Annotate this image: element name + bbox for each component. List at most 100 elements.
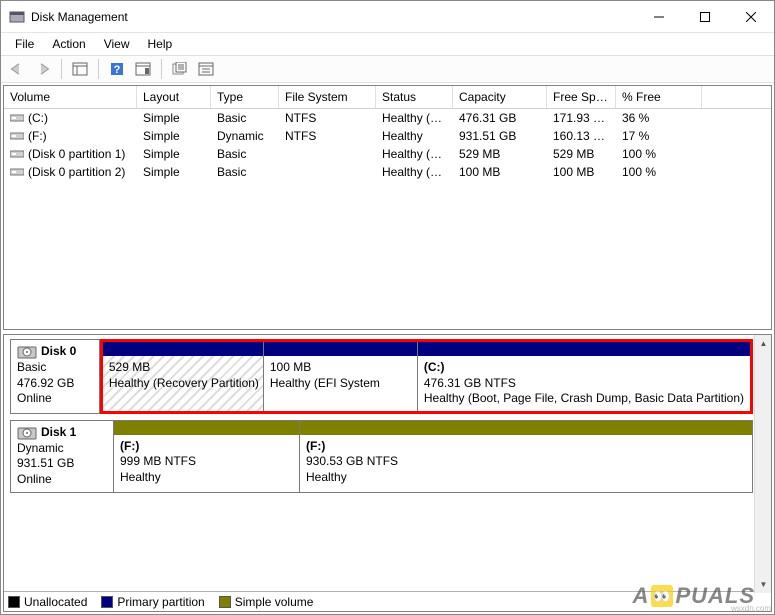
- partition-status: Healthy: [306, 470, 347, 484]
- volume-row[interactable]: (C:)SimpleBasicNTFSHealthy (B...476.31 G…: [4, 109, 771, 127]
- volume-type-cell: Basic: [211, 146, 279, 162]
- close-icon: [746, 12, 756, 22]
- legend-label: Simple volume: [235, 595, 314, 609]
- maximize-icon: [700, 12, 710, 22]
- volume-status-cell: Healthy: [376, 128, 453, 144]
- volume-type-cell: Basic: [211, 164, 279, 180]
- disk-status: Online: [17, 472, 107, 488]
- primary-swatch: [101, 596, 113, 608]
- simple-swatch: [219, 596, 231, 608]
- menu-help[interactable]: Help: [140, 35, 181, 53]
- partition-size: 529 MB: [109, 360, 150, 374]
- col-header-layout[interactable]: Layout: [137, 86, 211, 108]
- volume-layout-cell: Simple: [137, 128, 211, 144]
- volume-status-cell: Healthy (B...: [376, 110, 453, 126]
- disk-name: Disk 0: [41, 344, 76, 360]
- volume-pctfree-cell: 17 %: [616, 128, 702, 144]
- volume-row[interactable]: (Disk 0 partition 1)SimpleBasicHealthy (…: [4, 145, 771, 163]
- menu-action[interactable]: Action: [44, 35, 93, 53]
- properties-icon: [198, 62, 214, 76]
- partition[interactable]: (C:)476.31 GB NTFSHealthy (Boot, Page Fi…: [417, 342, 750, 411]
- partition-body: 100 MBHealthy (EFI System: [264, 356, 417, 411]
- volume-status-cell: Healthy (R...: [376, 146, 453, 162]
- col-header-pctfree[interactable]: % Free: [616, 86, 702, 108]
- partition[interactable]: 100 MBHealthy (EFI System: [263, 342, 417, 411]
- volume-layout-cell: Simple: [137, 164, 211, 180]
- col-header-volume[interactable]: Volume: [4, 86, 137, 108]
- volume-pctfree-cell: 100 %: [616, 146, 702, 162]
- partition[interactable]: (F:)930.53 GB NTFSHealthy: [299, 421, 752, 492]
- maximize-button[interactable]: [682, 1, 728, 33]
- partition[interactable]: 529 MBHealthy (Recovery Partition): [103, 342, 263, 411]
- volume-fs-cell: [279, 146, 376, 162]
- partition-body: (C:)476.31 GB NTFSHealthy (Boot, Page Fi…: [418, 356, 750, 411]
- toolbar-separator: [98, 59, 99, 79]
- scroll-down-button[interactable]: ▼: [755, 576, 772, 593]
- menubar: File Action View Help: [1, 33, 774, 55]
- partition-status: Healthy: [120, 470, 161, 484]
- action-button-1[interactable]: [168, 58, 192, 80]
- volume-pctfree-cell: 100 %: [616, 164, 702, 180]
- svg-text:?: ?: [114, 64, 121, 76]
- volume-fs-cell: NTFS: [279, 128, 376, 144]
- volume-list-header: Volume Layout Type File System Status Ca…: [4, 86, 771, 109]
- titlebar[interactable]: Disk Management: [1, 1, 774, 33]
- partition[interactable]: (F:)999 MB NTFSHealthy: [114, 421, 299, 492]
- back-arrow-icon: [10, 63, 24, 75]
- volume-name-cell: (F:): [4, 128, 137, 144]
- content-area: Volume Layout Type File System Status Ca…: [1, 83, 774, 614]
- settings-button[interactable]: [131, 58, 155, 80]
- unallocated-swatch: [8, 596, 20, 608]
- scrollbar[interactable]: ▲ ▼: [754, 335, 771, 593]
- disk-label[interactable]: Disk 0Basic476.92 GBOnline: [10, 339, 100, 414]
- console-icon: [72, 62, 88, 76]
- legend-label: Primary partition: [117, 595, 204, 609]
- show-hide-console-button[interactable]: [68, 58, 92, 80]
- settings-icon: [135, 62, 151, 76]
- scroll-up-button[interactable]: ▲: [755, 335, 772, 352]
- disk-map: Disk 0Basic476.92 GBOnline529 MBHealthy …: [3, 334, 772, 612]
- menu-file[interactable]: File: [7, 35, 42, 53]
- col-header-type[interactable]: Type: [211, 86, 279, 108]
- partition-size: 476.31 GB NTFS: [424, 376, 516, 390]
- volume-type-cell: Dynamic: [211, 128, 279, 144]
- disk-map-body[interactable]: Disk 0Basic476.92 GBOnline529 MBHealthy …: [4, 335, 771, 591]
- app-icon: [9, 9, 25, 25]
- volume-list[interactable]: Volume Layout Type File System Status Ca…: [3, 85, 772, 330]
- volume-free-cell: 160.13 GB: [547, 128, 616, 144]
- col-header-filesystem[interactable]: File System: [279, 86, 376, 108]
- action-button-2[interactable]: [194, 58, 218, 80]
- volume-row[interactable]: (F:)SimpleDynamicNTFSHealthy931.51 GB160…: [4, 127, 771, 145]
- volume-name-cell: (Disk 0 partition 1): [4, 146, 137, 162]
- help-button[interactable]: ?: [105, 58, 129, 80]
- legend-label: Unallocated: [24, 595, 87, 609]
- volume-row[interactable]: (Disk 0 partition 2)SimpleBasic Healthy (…: [4, 163, 771, 181]
- volume-status-cell: Healthy (E...: [376, 164, 453, 180]
- volume-capacity-cell: 476.31 GB: [453, 110, 547, 126]
- partition-stripe: [114, 421, 299, 435]
- partition-stripe: [300, 421, 752, 435]
- legend-simple: Simple volume: [219, 595, 314, 609]
- volume-list-body[interactable]: (C:)SimpleBasicNTFSHealthy (B...476.31 G…: [4, 109, 771, 329]
- volume-fs-cell: NTFS: [279, 110, 376, 126]
- partition-body: (F:)930.53 GB NTFSHealthy: [300, 435, 752, 492]
- back-button[interactable]: [5, 58, 29, 80]
- col-header-capacity[interactable]: Capacity: [453, 86, 547, 108]
- disk-management-window: Disk Management File Action View Help ? …: [0, 0, 775, 615]
- disk-label[interactable]: Disk 1Dynamic931.51 GBOnline: [10, 420, 114, 493]
- toolbar: ?: [1, 55, 774, 83]
- partition-stripe: [418, 342, 750, 356]
- col-header-freespace[interactable]: Free Spa...: [547, 86, 616, 108]
- close-button[interactable]: [728, 1, 774, 33]
- col-header-status[interactable]: Status: [376, 86, 453, 108]
- volume-fs-cell: [279, 164, 376, 180]
- minimize-button[interactable]: [636, 1, 682, 33]
- partitions-container: 529 MBHealthy (Recovery Partition)100 MB…: [100, 339, 753, 414]
- menu-view[interactable]: View: [96, 35, 138, 53]
- partition-size: 100 MB: [270, 360, 311, 374]
- volume-free-cell: 171.93 GB: [547, 110, 616, 126]
- partition-size: 930.53 GB NTFS: [306, 454, 398, 468]
- partition-stripe: [264, 342, 417, 356]
- forward-button[interactable]: [31, 58, 55, 80]
- volume-name-cell: (Disk 0 partition 2): [4, 164, 137, 180]
